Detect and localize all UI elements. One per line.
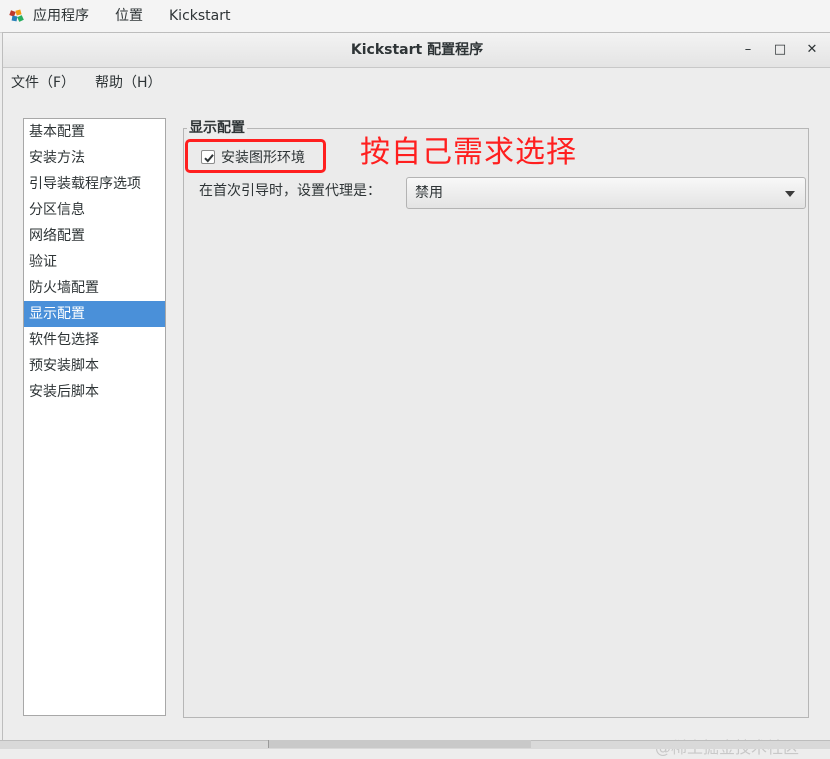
- proxy-setting-value: 禁用: [415, 185, 443, 201]
- menu-help[interactable]: 帮助（H）: [95, 68, 162, 98]
- places-menu[interactable]: 位置: [115, 0, 143, 32]
- sidebar-item[interactable]: 预安装脚本: [24, 353, 165, 379]
- sidebar-item[interactable]: 安装方法: [24, 145, 165, 171]
- title-bar[interactable]: Kickstart 配置程序 – □ ✕: [3, 33, 830, 68]
- proxy-setting-select[interactable]: 禁用: [406, 177, 806, 209]
- sidebar-item[interactable]: 防火墙配置: [24, 275, 165, 301]
- sidebar-item[interactable]: 分区信息: [24, 197, 165, 223]
- annotation-highlight-box: [185, 139, 326, 173]
- maximize-button[interactable]: □: [771, 41, 789, 59]
- sidebar-item[interactable]: 显示配置: [24, 301, 165, 327]
- top-bar: 应用程序 位置 Kickstart: [0, 0, 830, 33]
- sidebar-item[interactable]: 验证: [24, 249, 165, 275]
- window-title: Kickstart 配置程序: [350, 42, 484, 58]
- display-config-panel: [183, 128, 809, 718]
- sidebar-item[interactable]: 网络配置: [24, 223, 165, 249]
- sidebar-item[interactable]: 软件包选择: [24, 327, 165, 353]
- config-category-list: 基本配置 安装方法 引导装载程序选项 分区信息 网络配置 验证 防火墙配置 显示配置 软件包选择…: [23, 118, 166, 716]
- sidebar-item[interactable]: 引导装载程序选项: [24, 171, 165, 197]
- sidebar-item[interactable]: 安装后脚本: [24, 379, 165, 405]
- applications-menu-icon[interactable]: [9, 9, 25, 23]
- panel-title: 显示配置: [187, 118, 247, 138]
- dropdown-arrow-icon: [785, 191, 795, 197]
- close-button[interactable]: ✕: [803, 41, 821, 59]
- annotation-text: 按自己需求选择: [360, 135, 577, 170]
- taskbar-window-tab[interactable]: [268, 740, 531, 748]
- menu-bar: 文件（F） 帮助（H）: [3, 68, 830, 98]
- kickstart-window: Kickstart 配置程序 – □ ✕ 文件（F） 帮助（H） 基本配置 安装方…: [2, 32, 830, 757]
- applications-menu[interactable]: 应用程序: [33, 0, 89, 32]
- minimize-button[interactable]: –: [739, 41, 757, 59]
- sidebar-item[interactable]: 基本配置: [24, 119, 165, 145]
- menu-file[interactable]: 文件（F）: [11, 68, 75, 98]
- proxy-setting-label: 在首次引导时，设置代理是：: [199, 183, 381, 199]
- app-name-menu[interactable]: Kickstart: [169, 0, 230, 32]
